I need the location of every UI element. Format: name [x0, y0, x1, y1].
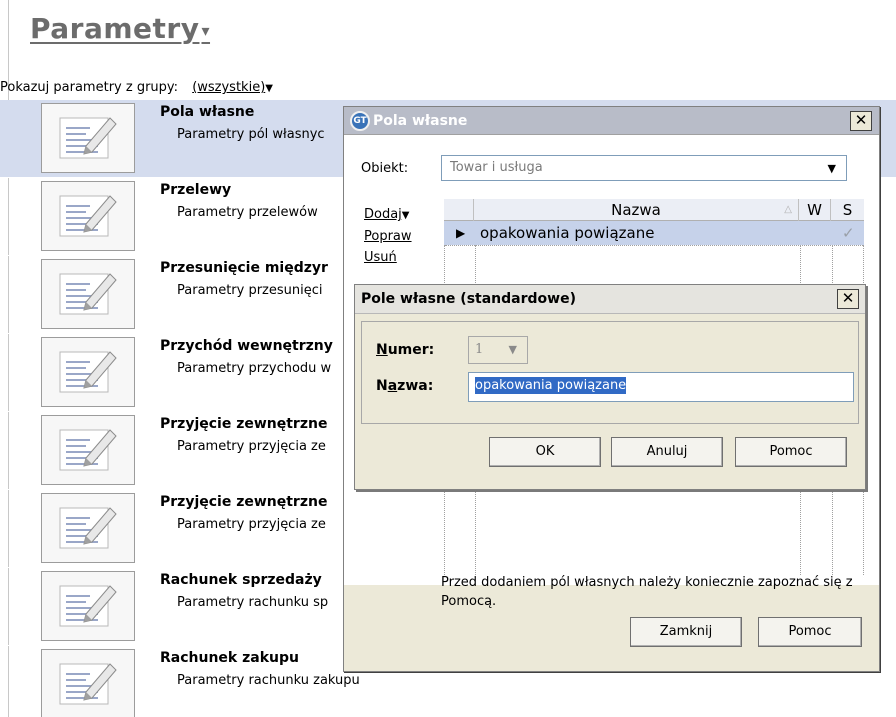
settings-sheet-icon: [41, 103, 135, 173]
cancel-button[interactable]: Anuluj: [611, 437, 723, 467]
param-description: Parametry przesunięci: [177, 283, 323, 298]
help-button[interactable]: Pomoc: [735, 437, 847, 467]
modal-titlebar[interactable]: Pole własne (standardowe): [355, 285, 865, 314]
name-field[interactable]: opakowania powiązane: [468, 372, 854, 402]
param-title: Przyjęcie zewnętrzne: [160, 416, 328, 432]
param-title: Przesunięcie międzyr: [160, 260, 328, 276]
param-title: Przelewy: [160, 182, 232, 198]
custom-field-modal: Pole własne (standardowe) ✕ Numer: 1 ▼ N…: [354, 284, 866, 490]
param-description: Parametry pól własnyc: [177, 127, 325, 142]
settings-sheet-icon: [41, 337, 135, 407]
param-description: Parametry przyjęcia ze: [177, 517, 326, 532]
param-title: Rachunek sprzedaży: [160, 572, 322, 588]
settings-sheet-icon: [41, 259, 135, 329]
param-title: Przychód wewnętrzny: [160, 338, 333, 354]
column-header-name[interactable]: Nazwa △: [474, 199, 799, 221]
settings-sheet-icon: [41, 415, 135, 485]
delete-link[interactable]: Usuń: [364, 250, 397, 265]
modal-fields-panel: Numer: 1 ▼ Nazwa: opakowania powiązane: [361, 321, 859, 424]
column-header-s[interactable]: S: [831, 199, 864, 221]
page-title[interactable]: Parametry ▾: [30, 12, 210, 45]
ok-button[interactable]: OK: [489, 437, 601, 467]
modal-title: Pole własne (standardowe): [361, 291, 576, 307]
object-select-value: Towar i usługa: [450, 160, 543, 175]
name-label: Nazwa:: [376, 378, 434, 394]
group-filter-label: Pokazuj parametry z grupy:: [0, 80, 179, 95]
settings-sheet-icon: [41, 493, 135, 563]
number-label: Numer:: [376, 342, 435, 358]
chevron-down-icon: ▼: [827, 162, 836, 175]
dialog-titlebar[interactable]: GT Pola własne: [344, 107, 879, 135]
gt-logo-icon: GT: [350, 110, 370, 131]
edit-link[interactable]: Popraw: [364, 229, 412, 244]
row-indicator-icon: ▶: [456, 226, 466, 240]
table-row[interactable]: ▶ opakowania powiązane ✓: [444, 221, 864, 245]
add-link[interactable]: Dodaj▼: [364, 207, 410, 222]
param-description: Parametry przyjęcia ze: [177, 439, 326, 454]
help-note: Przed dodaniem pól własnych należy konie…: [441, 575, 853, 609]
param-title: Pola własne: [160, 104, 255, 120]
grid-header: Nazwa △ W S: [444, 199, 864, 221]
number-select[interactable]: 1 ▼: [468, 336, 528, 364]
help-button[interactable]: Pomoc: [758, 617, 862, 647]
grid-header-indicator: [444, 199, 474, 221]
object-select[interactable]: Towar i usługa ▼: [441, 155, 847, 181]
checkmark-icon: ✓: [842, 224, 855, 242]
group-filter-dropdown[interactable]: (wszystkie): [192, 80, 265, 95]
chevron-down-icon: ▼: [508, 343, 517, 356]
group-filter: Pokazuj parametry z grupy: (wszystkie)▼: [0, 80, 273, 95]
close-icon[interactable]: ✕: [837, 289, 859, 309]
close-icon[interactable]: ✕: [850, 111, 872, 131]
dropdown-arrow-icon[interactable]: ▼: [265, 83, 273, 94]
column-header-w[interactable]: W: [799, 199, 831, 221]
number-value: 1: [475, 342, 484, 357]
row-w-cell: [799, 221, 831, 245]
page-title-text: Parametry: [30, 12, 200, 45]
param-description: Parametry przelewów: [177, 205, 318, 220]
dialog-title: Pola własne: [373, 112, 468, 129]
row-name-cell: opakowania powiązane: [480, 224, 655, 242]
chevron-down-icon: ▾: [201, 20, 211, 40]
settings-sheet-icon: [41, 181, 135, 251]
param-description: Parametry rachunku sp: [177, 595, 329, 610]
close-button[interactable]: Zamknij: [630, 617, 742, 647]
param-title: Rachunek zakupu: [160, 650, 299, 666]
sort-icon: △: [784, 204, 792, 215]
param-description: Parametry przychodu w: [177, 361, 332, 376]
dropdown-arrow-icon: ▼: [401, 210, 410, 221]
name-field-value: opakowania powiązane: [475, 377, 627, 394]
param-description: Parametry rachunku zakupu: [177, 673, 360, 688]
settings-sheet-icon: [41, 649, 135, 717]
settings-sheet-icon: [41, 571, 135, 641]
object-label: Obiekt:: [361, 161, 409, 176]
param-title: Przyjęcie zewnętrzne: [160, 494, 328, 510]
